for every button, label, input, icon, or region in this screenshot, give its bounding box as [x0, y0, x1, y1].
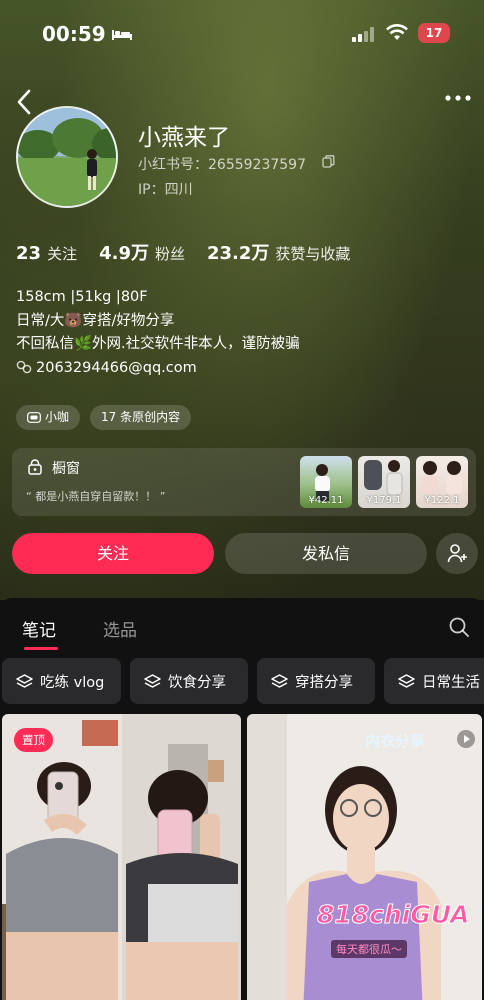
- avatar[interactable]: [16, 106, 118, 208]
- chip-label: 吃练 vlog: [40, 674, 105, 691]
- shop-item-price: ¥42.11: [308, 495, 344, 506]
- bio-line-measurements: 158cm |51kg |80F: [16, 289, 148, 305]
- stat-following-label: 关注: [47, 245, 78, 263]
- cellular-signal-icon: [352, 27, 374, 42]
- layers-icon: [144, 673, 161, 688]
- layers-icon: [398, 673, 415, 688]
- battery-indicator: 17: [418, 23, 450, 43]
- pinned-badge: 置顶: [14, 728, 53, 752]
- shop-item-thumb[interactable]: ¥179.1: [358, 456, 410, 508]
- stat-followers[interactable]: 4.9万 粉丝: [99, 239, 185, 265]
- watermark-subtitle: 每天都很瓜～: [331, 940, 407, 958]
- stat-following-count: 23: [16, 243, 42, 264]
- shop-window[interactable]: 橱窗 “ 都是小燕自穿自留款！！ ” ¥42.11 ¥179.1 ¥122.1: [12, 448, 476, 516]
- sleep-focus-icon: [112, 30, 132, 40]
- follow-button[interactable]: 关注: [12, 533, 214, 574]
- ip-location: IP：四川: [138, 182, 193, 198]
- chip-label: 穿搭分享: [295, 674, 353, 691]
- shop-description: “ 都是小燕自穿自留款！！ ”: [26, 490, 166, 503]
- layers-icon: [16, 673, 33, 688]
- active-tab-indicator: [24, 647, 58, 650]
- wifi-icon: [386, 24, 408, 40]
- chip-label: 饮食分享: [168, 674, 226, 691]
- link-icon: [16, 360, 32, 373]
- note-card-photo: [2, 714, 241, 1000]
- note-card[interactable]: 置顶: [2, 714, 241, 1000]
- status-bar: 00:59 17: [0, 18, 484, 52]
- avatar-photo: [18, 108, 116, 206]
- bio-line-topics: 日常/大🐻穿搭/好物分享: [16, 312, 175, 329]
- tab-notes[interactable]: 笔记: [22, 616, 56, 641]
- chip-collection[interactable]: 饮食分享: [130, 658, 248, 704]
- search-icon[interactable]: [449, 617, 469, 637]
- shop-item-thumb[interactable]: ¥42.11: [300, 456, 352, 508]
- tag-level[interactable]: 小咖: [16, 405, 81, 430]
- shop-item-thumb[interactable]: ¥122.1: [416, 456, 468, 508]
- collection-chips: 吃练 vlog 饮食分享 穿搭分享 日常生活: [2, 658, 484, 704]
- chip-label: 日常生活: [422, 674, 480, 691]
- more-options-icon[interactable]: [444, 92, 472, 104]
- bio-line-notice: 不回私信🌿外网.社交软件非本人，谨防被骗: [16, 336, 300, 352]
- shop-title: 橱窗: [52, 461, 80, 477]
- status-time: 00:59: [42, 22, 106, 46]
- stat-followers-label: 粉丝: [154, 245, 185, 263]
- nickname: 小燕来了: [138, 125, 230, 151]
- note-card-overlay-label: 内衣分享: [365, 732, 426, 750]
- stat-likes-count: 23.2万: [206, 243, 270, 264]
- shop-item-price: ¥179.1: [366, 495, 402, 506]
- tab-picks[interactable]: 选品: [103, 616, 137, 641]
- note-card[interactable]: 内衣分享 818chiGUA 每天都很瓜～: [247, 714, 482, 1000]
- layers-icon: [271, 673, 288, 688]
- play-icon: [457, 730, 475, 748]
- chip-collection[interactable]: 吃练 vlog: [2, 658, 121, 704]
- stat-following[interactable]: 23 关注: [16, 243, 77, 264]
- chip-collection[interactable]: 日常生活: [384, 658, 484, 704]
- profile-tags: 小咖 17 条原创内容: [16, 405, 201, 430]
- bio: 158cm |51kg |80F 日常/大🐻穿搭/好物分享 不回私信🌿外网.社交…: [16, 286, 300, 380]
- profile-stats: 23 关注 4.9万 粉丝 23.2万 获赞与收藏: [16, 239, 372, 265]
- watermark: 818chiGUA 每天都很瓜～: [316, 900, 477, 980]
- tag-original-count-label: 17 条原创内容: [101, 410, 181, 424]
- shop-item-price: ¥122.1: [424, 495, 460, 506]
- stat-followers-count: 4.9万: [99, 243, 149, 264]
- watermark-logo: 818chiGUA: [316, 900, 470, 930]
- badge-icon: [27, 412, 41, 423]
- bio-email[interactable]: 2063294466@qq.com: [36, 360, 197, 376]
- bio-line-email: 2063294466@qq.com: [16, 357, 300, 381]
- tag-level-label: 小咖: [45, 410, 70, 424]
- copy-icon[interactable]: [322, 155, 335, 168]
- redbook-id: 小红书号：26559237597: [138, 157, 306, 173]
- shop-bag-icon: [28, 459, 42, 475]
- chip-collection[interactable]: 穿搭分享: [257, 658, 375, 704]
- back-icon[interactable]: [14, 88, 36, 116]
- send-message-button[interactable]: 发私信: [225, 533, 427, 574]
- stat-likes[interactable]: 23.2万 获赞与收藏: [207, 239, 350, 265]
- add-user-icon: [447, 544, 467, 563]
- tag-original-count[interactable]: 17 条原创内容: [90, 405, 192, 430]
- content-section: 笔记 选品 吃练 vlog 饮食分享 穿搭分享 日常生活 置顶 内衣分享 818…: [0, 598, 484, 1000]
- add-friend-button[interactable]: [436, 533, 478, 574]
- stat-likes-label: 获赞与收藏: [275, 245, 351, 263]
